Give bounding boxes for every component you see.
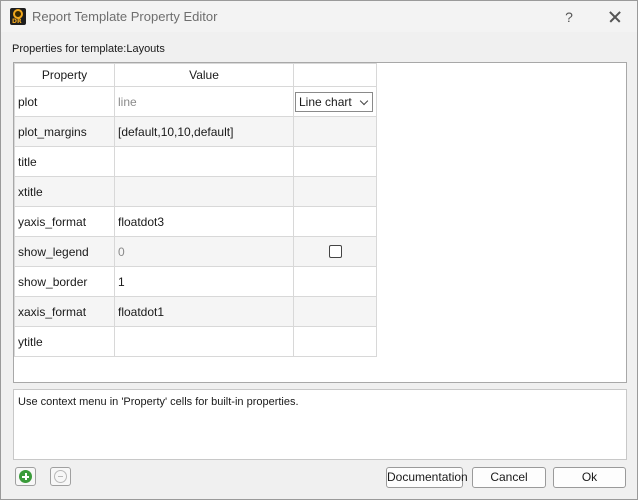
properties-table-frame: Property Value plot line Line chart plot… — [13, 62, 627, 383]
value-cell[interactable]: line — [114, 86, 294, 117]
plot-type-combo[interactable]: Line chart — [295, 91, 373, 112]
hint-text: Use context menu in 'Property' cells for… — [18, 396, 299, 408]
plus-icon — [19, 470, 32, 483]
column-header-extra[interactable] — [293, 63, 377, 87]
extra-cell — [293, 176, 377, 207]
extra-cell — [293, 266, 377, 297]
table-row[interactable]: show_legend 0 — [14, 236, 377, 267]
show-legend-checkbox[interactable] — [328, 245, 342, 258]
extra-cell — [293, 146, 377, 177]
value-cell[interactable] — [114, 146, 294, 177]
table-header-row: Property Value — [14, 63, 377, 87]
minus-icon — [54, 470, 67, 483]
property-cell[interactable]: title — [14, 146, 115, 177]
title-bar: DR Report Template Property Editor ? — [1, 1, 637, 32]
column-header-value[interactable]: Value — [114, 63, 294, 87]
close-icon[interactable] — [603, 6, 627, 28]
table-row[interactable]: plot line Line chart — [14, 86, 377, 117]
ok-button[interactable]: Ok — [553, 467, 626, 488]
property-cell[interactable]: plot — [14, 86, 115, 117]
add-property-button[interactable] — [15, 467, 36, 486]
table-row[interactable]: xaxis_format floatdot1 — [14, 296, 377, 327]
hint-panel: Use context menu in 'Property' cells for… — [13, 389, 627, 460]
app-icon-text: DR — [12, 18, 22, 25]
extra-cell — [293, 206, 377, 237]
value-cell[interactable]: floatdot1 — [114, 296, 294, 327]
value-cell[interactable]: 0 — [114, 236, 294, 267]
plot-type-combo-value: Line chart — [299, 94, 352, 109]
property-cell[interactable]: plot_margins — [14, 116, 115, 147]
table-row[interactable]: show_border 1 — [14, 266, 377, 297]
extra-cell — [293, 236, 377, 267]
table-row[interactable]: ytitle — [14, 326, 377, 357]
cancel-button[interactable]: Cancel — [472, 467, 546, 488]
dialog-window: DR Report Template Property Editor ? Pro… — [0, 0, 638, 500]
properties-table: Property Value plot line Line chart plot… — [14, 63, 377, 357]
value-cell[interactable]: 1 — [114, 266, 294, 297]
value-cell[interactable] — [114, 176, 294, 207]
extra-cell — [293, 326, 377, 357]
column-header-property[interactable]: Property — [14, 63, 115, 87]
chevron-down-icon — [359, 96, 369, 105]
property-cell[interactable]: ytitle — [14, 326, 115, 357]
value-cell[interactable]: [default,10,10,default] — [114, 116, 294, 147]
table-row[interactable]: title — [14, 146, 377, 177]
extra-cell: Line chart — [293, 86, 377, 117]
template-header-label: Properties for template:Layouts — [12, 43, 165, 55]
window-title: Report Template Property Editor — [32, 9, 218, 24]
documentation-button[interactable]: Documentation — [386, 467, 468, 488]
app-logo-icon: DR — [10, 8, 26, 25]
remove-property-button[interactable] — [50, 467, 71, 486]
table-row[interactable]: xtitle — [14, 176, 377, 207]
value-cell[interactable]: floatdot3 — [114, 206, 294, 237]
help-button[interactable]: ? — [559, 7, 579, 27]
property-cell[interactable]: xaxis_format — [14, 296, 115, 327]
extra-cell — [293, 116, 377, 147]
property-cell[interactable]: show_border — [14, 266, 115, 297]
extra-cell — [293, 296, 377, 327]
property-cell[interactable]: xtitle — [14, 176, 115, 207]
table-row[interactable]: yaxis_format floatdot3 — [14, 206, 377, 237]
property-cell[interactable]: yaxis_format — [14, 206, 115, 237]
table-row[interactable]: plot_margins [default,10,10,default] — [14, 116, 377, 147]
property-cell[interactable]: show_legend — [14, 236, 115, 267]
value-cell[interactable] — [114, 326, 294, 357]
